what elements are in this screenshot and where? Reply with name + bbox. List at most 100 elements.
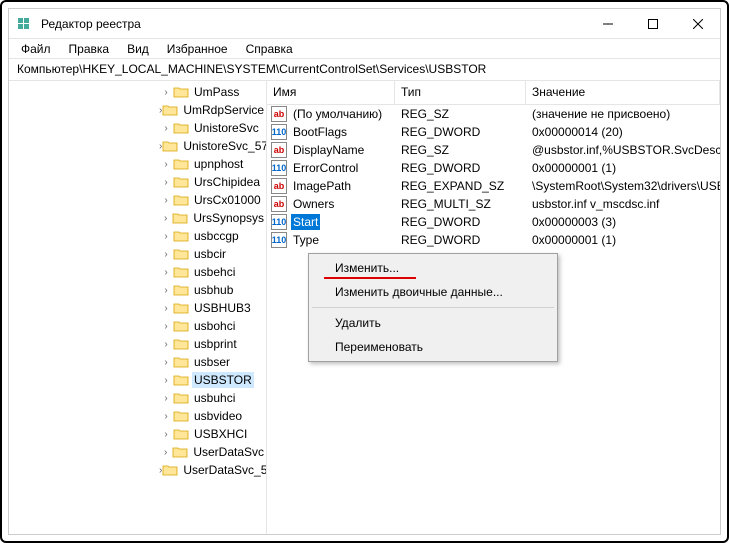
minimize-button[interactable] [585, 9, 630, 38]
chevron-right-icon[interactable]: › [159, 339, 173, 350]
list-row[interactable]: 110StartREG_DWORD0x00000003 (3) [267, 213, 720, 231]
reg-string-icon: ab [271, 196, 287, 212]
menu-view[interactable]: Вид [119, 40, 157, 58]
tree-item-unistoresvc[interactable]: ›UnistoreSvc [9, 119, 266, 137]
list-row[interactable]: 110BootFlagsREG_DWORD0x00000014 (20) [267, 123, 720, 141]
list-row[interactable]: abImagePathREG_EXPAND_SZ\SystemRoot\Syst… [267, 177, 720, 195]
chevron-right-icon[interactable]: › [159, 429, 173, 440]
chevron-right-icon[interactable]: › [159, 357, 173, 368]
tree-label: usbvideo [192, 408, 244, 424]
tree-item-usbxhci[interactable]: ›USBXHCI [9, 425, 266, 443]
tree-item-upnphost[interactable]: ›upnphost [9, 155, 266, 173]
tree-item-usbccgp[interactable]: ›usbccgp [9, 227, 266, 245]
tree-label: UserDataSvc [191, 444, 266, 460]
tree-item-usbcir[interactable]: › usbcir [9, 245, 266, 263]
tree-item-userdatasvc_5[interactable]: ›UserDataSvc_5 [9, 461, 266, 479]
value-type: REG_DWORD [395, 233, 526, 247]
tree-item-usbstor[interactable]: ›USBSTOR [9, 371, 266, 389]
tree-label: UrsCx01000 [192, 192, 263, 208]
list-row[interactable]: 110ErrorControlREG_DWORD0x00000001 (1) [267, 159, 720, 177]
value-data: @usbstor.inf,%USBSTOR.SvcDesc%;USB [526, 143, 720, 157]
highlight-underline [324, 277, 416, 279]
tree-label: usbprint [192, 336, 239, 352]
tree-item-usbehci[interactable]: ›usbehci [9, 263, 266, 281]
tree-item-usbprint[interactable]: › usbprint [9, 335, 266, 353]
chevron-right-icon[interactable]: › [159, 159, 173, 170]
list-row[interactable]: 110TypeREG_DWORD0x00000001 (1) [267, 231, 720, 249]
chevron-right-icon[interactable]: › [159, 177, 173, 188]
chevron-right-icon[interactable]: › [159, 411, 173, 422]
tree-label: UmRdpService [181, 102, 266, 118]
tree-item-usbuhci[interactable]: ›usbuhci [9, 389, 266, 407]
tree-item-urssynopsys[interactable]: ›UrsSynopsys [9, 209, 266, 227]
value-data: \SystemRoot\System32\drivers\USBSTO [526, 179, 720, 193]
tree-item-usbohci[interactable]: ›usbohci [9, 317, 266, 335]
chevron-right-icon[interactable]: › [159, 447, 172, 458]
folder-icon [173, 427, 189, 441]
chevron-right-icon[interactable]: › [159, 393, 173, 404]
tree-item-usbhub[interactable]: ›usbhub [9, 281, 266, 299]
list-row[interactable]: abOwnersREG_MULTI_SZusbstor.inf v_mscdsc… [267, 195, 720, 213]
folder-icon [173, 175, 189, 189]
chevron-right-icon[interactable]: › [159, 231, 173, 242]
tree-item-userdatasvc[interactable]: › UserDataSvc [9, 443, 266, 461]
chevron-right-icon[interactable]: › [159, 321, 173, 332]
chevron-right-icon[interactable]: › [159, 213, 172, 224]
chevron-right-icon[interactable]: › [159, 303, 173, 314]
folder-icon [172, 445, 188, 459]
value-name: ErrorControl [291, 160, 360, 176]
chevron-right-icon[interactable]: › [159, 87, 173, 98]
value-data: usbstor.inf v_mscdsc.inf [526, 197, 720, 211]
tree-item-urschipidea[interactable]: ›UrsChipidea [9, 173, 266, 191]
tree-pane[interactable]: ›UmPass›UmRdpService›UnistoreSvc›Unistor… [9, 81, 267, 534]
tree-label: usbser [192, 354, 232, 370]
chevron-right-icon[interactable]: › [159, 195, 173, 206]
reg-dword-icon: 110 [271, 124, 287, 140]
addressbar[interactable]: Компьютер\HKEY_LOCAL_MACHINE\SYSTEM\Curr… [9, 59, 720, 81]
tree-label: usbcir [192, 246, 228, 262]
value-name: Start [291, 214, 320, 230]
close-button[interactable] [675, 9, 720, 38]
tree-item-usbvideo[interactable]: › usbvideo [9, 407, 266, 425]
value-data: (значение не присвоено) [526, 107, 720, 121]
folder-icon [162, 139, 178, 153]
tree-item-usbhub3[interactable]: › USBHUB3 [9, 299, 266, 317]
folder-icon [173, 229, 189, 243]
list-row[interactable]: ab(По умолчанию)REG_SZ(значение не присв… [267, 105, 720, 123]
chevron-right-icon[interactable]: › [159, 267, 173, 278]
ctx-delete[interactable]: Удалить [311, 311, 555, 335]
tree-item-umrdpservice[interactable]: ›UmRdpService [9, 101, 266, 119]
menu-file[interactable]: Файл [13, 40, 59, 58]
chevron-right-icon[interactable]: › [159, 249, 173, 260]
menu-favorites[interactable]: Избранное [159, 40, 236, 58]
folder-icon [173, 301, 189, 315]
chevron-right-icon[interactable]: › [159, 123, 173, 134]
tree-item-urscx01000[interactable]: › UrsCx01000 [9, 191, 266, 209]
value-type: REG_SZ [395, 143, 526, 157]
col-header-value[interactable]: Значение [526, 81, 720, 104]
value-type: REG_EXPAND_SZ [395, 179, 526, 193]
menu-help[interactable]: Справка [238, 40, 301, 58]
value-name: Type [291, 232, 321, 248]
folder-icon [173, 373, 189, 387]
folder-icon [173, 319, 189, 333]
value-name: ImagePath [291, 178, 353, 194]
ctx-rename[interactable]: Переименовать [311, 335, 555, 359]
tree-item-umpass[interactable]: ›UmPass [9, 83, 266, 101]
maximize-button[interactable] [630, 9, 675, 38]
folder-icon [173, 337, 189, 351]
reg-string-icon: ab [271, 142, 287, 158]
list-header: Имя Тип Значение [267, 81, 720, 105]
value-type: REG_SZ [395, 107, 526, 121]
chevron-right-icon[interactable]: › [159, 375, 173, 386]
ctx-modify-binary[interactable]: Изменить двоичные данные... [311, 280, 555, 304]
col-header-type[interactable]: Тип [395, 81, 526, 104]
menu-edit[interactable]: Правка [61, 40, 118, 58]
col-header-name[interactable]: Имя [267, 81, 395, 104]
tree-item-unistoresvc_57[interactable]: ›UnistoreSvc_57 [9, 137, 266, 155]
list-row[interactable]: abDisplayNameREG_SZ@usbstor.inf,%USBSTOR… [267, 141, 720, 159]
tree-item-usbser[interactable]: › usbser [9, 353, 266, 371]
chevron-right-icon[interactable]: › [159, 285, 173, 296]
value-name: (По умолчанию) [291, 106, 384, 122]
tree-label: USBHUB3 [192, 300, 253, 316]
